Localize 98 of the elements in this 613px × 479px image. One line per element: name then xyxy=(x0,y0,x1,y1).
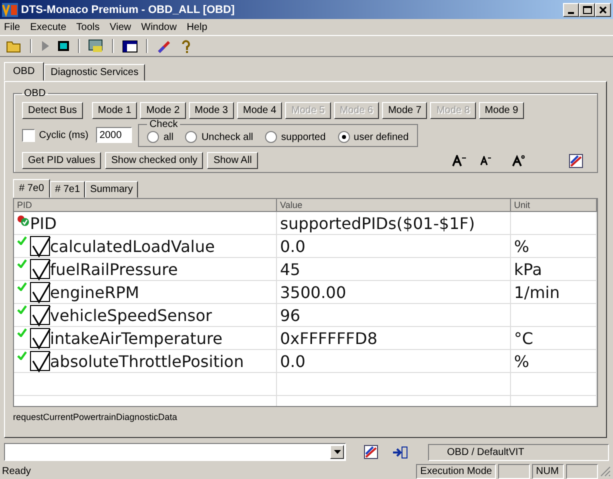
column-header[interactable]: Value xyxy=(277,199,511,212)
font-reset-icon[interactable] xyxy=(512,154,525,166)
table-cell: % xyxy=(511,350,597,373)
table-cell: intakeAirTemperature xyxy=(50,328,223,348)
table-cell: engineRPM xyxy=(50,282,140,302)
radio-button[interactable] xyxy=(185,131,198,143)
import-icon[interactable] xyxy=(392,446,408,458)
menu-item[interactable]: View xyxy=(110,22,132,32)
radio-button[interactable] xyxy=(265,131,278,143)
table-cell: PID xyxy=(30,214,57,232)
tab[interactable]: # 7e1 xyxy=(50,181,86,198)
action-button[interactable]: Show All xyxy=(207,152,258,169)
status-panel: NUM xyxy=(532,464,564,478)
radio-label: Uncheck all xyxy=(201,132,254,142)
pen-icon[interactable] xyxy=(156,39,172,53)
window-icon[interactable] xyxy=(122,40,138,52)
service-name: requestCurrentPowertrainDiagnosticData xyxy=(13,411,178,424)
action-button[interactable]: Get PID values xyxy=(22,152,102,169)
folder-icon[interactable] xyxy=(6,39,22,53)
window-title: DTS-Monaco Premium - OBD_ALL [OBD] xyxy=(21,4,235,16)
tab[interactable]: # 7e0 xyxy=(13,179,50,198)
menu-item[interactable]: Tools xyxy=(76,22,100,32)
action-button[interactable]: Show checked only xyxy=(105,152,204,169)
checkbox[interactable] xyxy=(30,351,50,371)
table-cell: 0xFFFFFFD8 xyxy=(280,328,378,348)
checkmark-icon xyxy=(17,259,27,268)
checkmark-icon xyxy=(17,236,27,245)
tab[interactable]: Diagnostic Services xyxy=(44,64,146,81)
radio-label: all xyxy=(163,132,174,142)
group-title: Check xyxy=(148,119,179,130)
status-panel xyxy=(498,464,530,478)
maximize-icon xyxy=(582,6,592,14)
table-cell: supportedPIDs($01-$1F) xyxy=(280,214,475,232)
menu-item[interactable]: File xyxy=(4,22,20,32)
table-cell: 0.0 xyxy=(280,352,306,370)
app-logo-icon xyxy=(2,2,18,16)
status-icon xyxy=(17,215,30,227)
table-cell: 0.0 xyxy=(280,236,306,256)
mode-button[interactable]: Detect Bus xyxy=(22,102,83,119)
vit-label: OBD / DefaultVIT xyxy=(428,444,609,460)
table-cell: absoluteThrottlePosition xyxy=(50,352,244,370)
mode-button[interactable]: Mode 7 xyxy=(382,102,428,119)
checkbox[interactable] xyxy=(30,305,50,325)
checkbox[interactable] xyxy=(30,259,50,279)
menu-item[interactable]: Help xyxy=(186,22,208,32)
minimize-button[interactable] xyxy=(563,2,579,16)
checkbox[interactable] xyxy=(22,128,35,142)
table-cell: vehicleSpeedSensor xyxy=(50,306,212,324)
command-combo-box[interactable] xyxy=(4,443,346,461)
column-header[interactable]: PID xyxy=(14,199,277,212)
mode-button[interactable]: Mode 3 xyxy=(188,102,234,119)
table-cell: fuelRailPressure xyxy=(50,260,178,278)
mode-button[interactable]: Mode 4 xyxy=(237,102,282,119)
close-button[interactable] xyxy=(595,2,611,16)
status-message: Ready xyxy=(2,466,32,476)
checkmark-icon xyxy=(17,305,27,314)
cycle-time-field[interactable]: 2000 xyxy=(96,127,132,143)
table-cell: kPa xyxy=(511,258,597,281)
font-smaller-icon[interactable] xyxy=(480,156,492,166)
tab[interactable]: OBD xyxy=(4,62,44,81)
group-title: OBD xyxy=(23,88,47,99)
checkbox[interactable] xyxy=(30,236,50,256)
radio-label: supported xyxy=(281,132,326,142)
column-header[interactable]: Unit xyxy=(511,199,597,212)
table-cell: 96 xyxy=(280,306,300,324)
checkmark-icon xyxy=(17,351,27,360)
menu-item[interactable]: Window xyxy=(141,22,177,32)
resize-grip-icon[interactable] xyxy=(600,466,611,476)
radio-label: user defined xyxy=(354,132,409,142)
table-cell: 3500.00 xyxy=(280,282,346,302)
checkbox[interactable] xyxy=(30,328,50,348)
table-cell: 1/min xyxy=(511,281,597,304)
table-cell: % xyxy=(511,235,597,258)
table-cell: 45 xyxy=(280,260,300,278)
mode-button[interactable]: Mode 9 xyxy=(478,102,524,119)
status-panel: Execution Mode xyxy=(416,464,496,478)
checkmark-icon xyxy=(17,328,27,337)
help-icon[interactable] xyxy=(180,38,192,54)
mode-button[interactable]: Mode 1 xyxy=(92,102,138,119)
maximize-button[interactable] xyxy=(579,2,595,16)
menu-item[interactable]: Execute xyxy=(30,22,66,32)
checkmark-icon xyxy=(17,282,27,291)
chart-icon[interactable] xyxy=(569,154,583,168)
tab[interactable]: Summary xyxy=(85,181,138,198)
table-cell: °C xyxy=(511,327,597,350)
close-icon xyxy=(599,6,607,14)
font-larger-icon[interactable] xyxy=(452,154,466,166)
checkbox[interactable] xyxy=(30,282,50,302)
radio-button[interactable] xyxy=(338,131,350,143)
table-cell: calculatedLoadValue xyxy=(50,236,215,256)
stop-icon[interactable] xyxy=(58,40,70,52)
status-panel xyxy=(566,464,598,478)
minimize-icon xyxy=(568,12,574,14)
mode-button[interactable]: Mode 2 xyxy=(140,102,186,119)
chart-icon[interactable] xyxy=(364,445,378,459)
monitor-icon[interactable] xyxy=(88,39,104,53)
radio-button[interactable] xyxy=(147,131,160,143)
checkbox-label: Cyclic (ms) xyxy=(39,130,88,140)
